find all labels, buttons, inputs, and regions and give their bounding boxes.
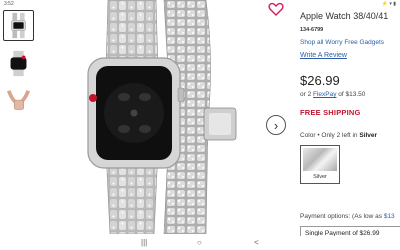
back-icon[interactable]: < [254,238,259,247]
swatch-image [303,148,337,171]
recent-apps-icon[interactable]: ||| [141,238,147,247]
product-title: Apple Watch 38/40/41 [300,11,389,21]
next-image-button[interactable]: › [266,115,286,135]
color-swatch-silver[interactable]: Silver [300,145,340,184]
status-icons: ⚡ ▾ ▮ [381,1,396,7]
payment-options-prefix: Payment options: (As low as [300,213,384,220]
flexpay-link[interactable]: FlexPay [313,91,336,98]
write-review-link[interactable]: Write A Review [300,52,400,59]
shop-all-link[interactable]: Shop all Worry Free Gadgets [300,39,400,46]
flexpay-suffix: of $13.50 [336,91,366,98]
heart-icon[interactable] [268,2,284,16]
home-icon[interactable]: ○ [197,238,202,247]
product-image [46,0,268,234]
chevron-right-icon: › [273,117,279,133]
thumbnail-rose-gold-band[interactable] [3,86,34,117]
payment-options-value[interactable]: $13 [384,213,395,220]
color-prefix: Color • Only 2 left in [300,132,360,139]
status-time: 3:52 [4,1,14,7]
navigation-bar: ||| ○ < [0,236,400,250]
color-line: Color • Only 2 left in Silver [300,132,400,139]
product-price: $26.99 [300,73,340,88]
payment-options: Payment options: (As low as $13 [300,213,395,220]
thumbnail-black-band[interactable] [3,48,34,79]
single-payment-option[interactable]: Single Payment of $26.99 [300,226,400,236]
flexpay-prefix: or 2 [300,91,314,98]
product-sku: 134-6799 [300,27,324,33]
flexpay-line: or 2 FlexPay of $13.50 [300,91,400,98]
thumbnail-strip [3,10,37,124]
swatch-label: Silver [313,174,327,180]
free-shipping-label: FREE SHIPPING [300,108,361,117]
color-value: Silver [359,132,378,139]
thumbnail-silver-band[interactable] [3,10,34,41]
product-details: Apple Watch 38/40/41 134-6799 Shop all W… [300,10,400,236]
